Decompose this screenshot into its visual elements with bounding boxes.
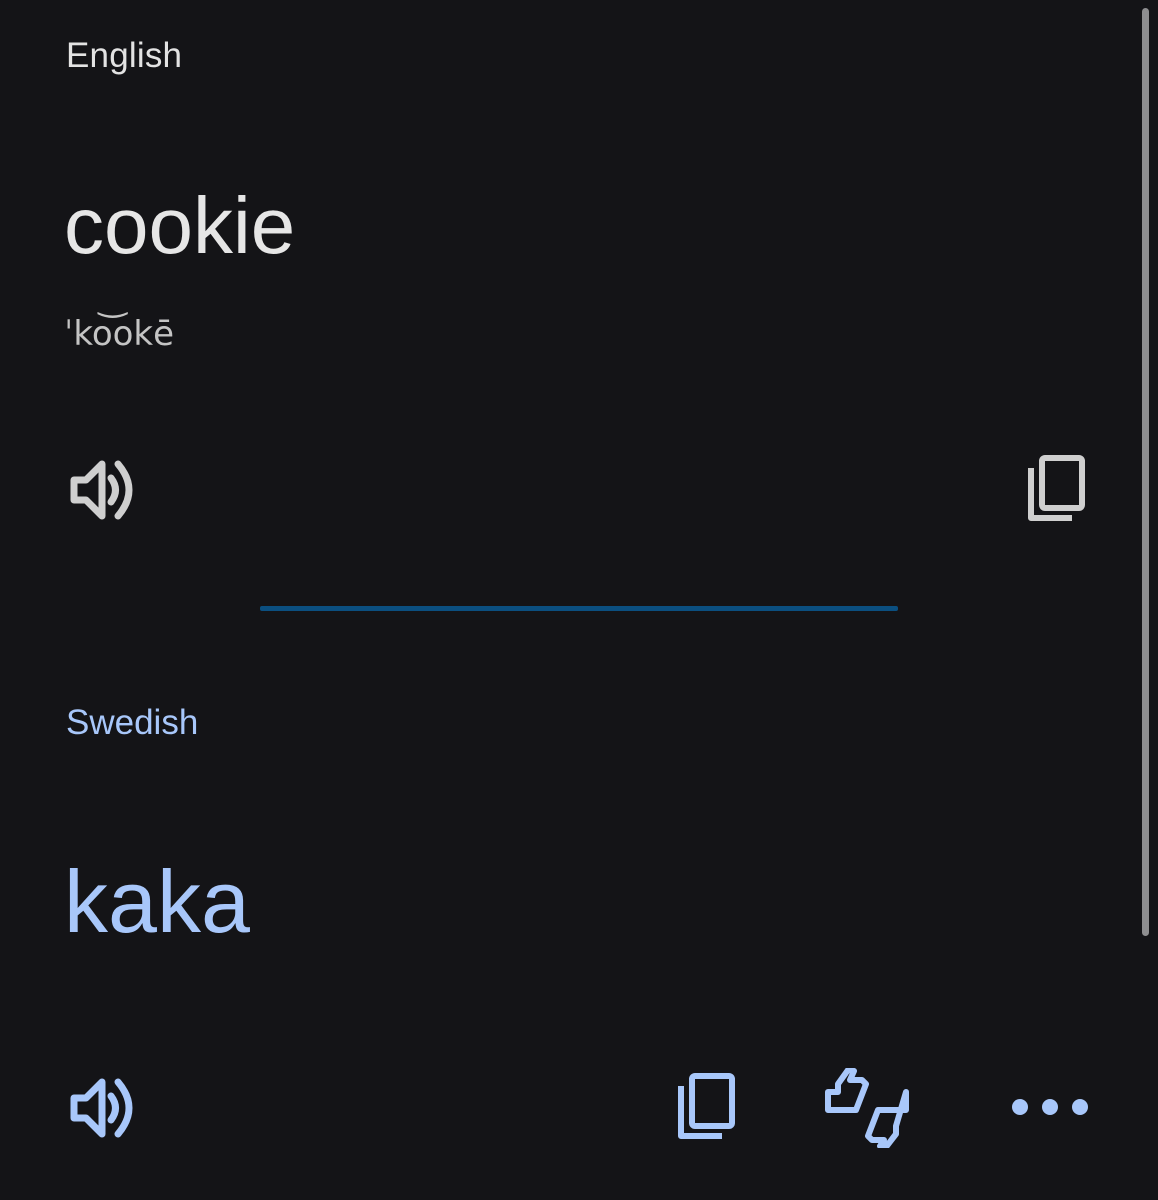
copy-icon[interactable]	[676, 1072, 738, 1142]
target-language-label: Swedish	[66, 703, 199, 742]
source-text: cookie	[64, 181, 296, 270]
scrollbar[interactable]	[1142, 8, 1149, 936]
panel-divider	[260, 606, 898, 611]
copy-icon[interactable]	[1026, 454, 1088, 524]
speaker-icon[interactable]	[70, 458, 136, 522]
source-language-label: English	[66, 36, 183, 75]
source-phonetic: ˈko͝okē	[64, 314, 175, 354]
more-horizontal-icon[interactable]	[1010, 1096, 1090, 1118]
thumbs-up-down-icon[interactable]	[824, 1068, 910, 1148]
target-text: kaka	[64, 852, 250, 951]
speaker-icon[interactable]	[70, 1076, 136, 1140]
